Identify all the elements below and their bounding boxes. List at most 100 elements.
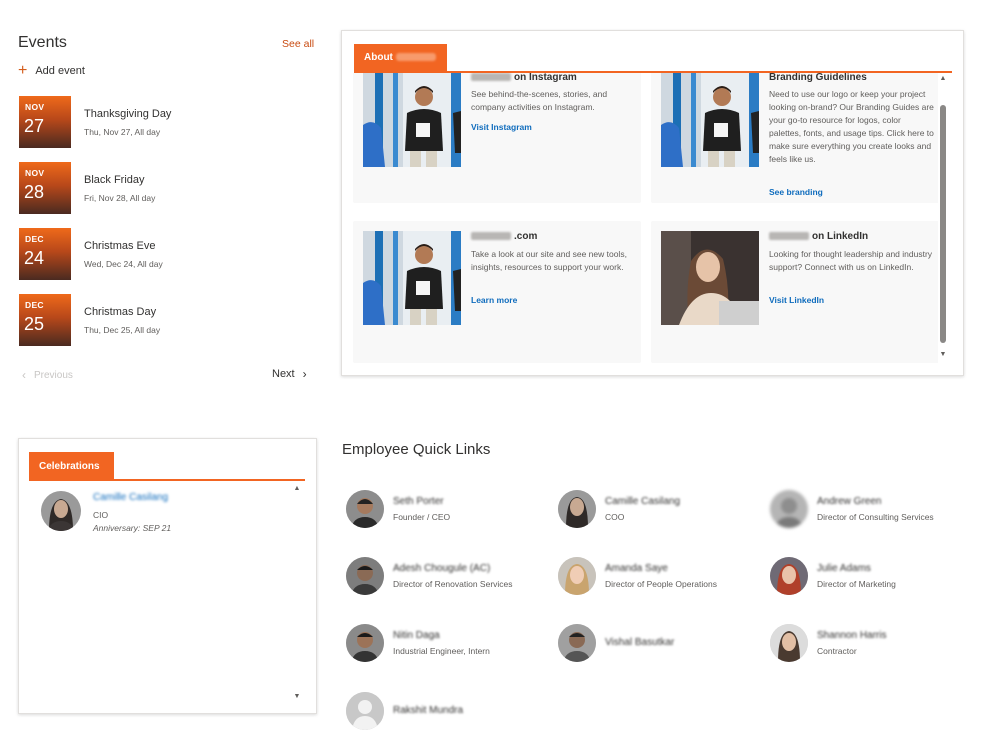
instagram-photo: [363, 73, 461, 167]
person-role: Industrial Engineer, Intern: [393, 646, 490, 656]
see-all-link[interactable]: See all: [282, 38, 314, 50]
linkedin-photo: [661, 231, 759, 325]
event-title: Thanksgiving Day: [84, 108, 172, 120]
avatar: [770, 557, 808, 595]
person-name: Nitin Daga: [393, 630, 440, 641]
celebrations-webpart: Celebrations Camille Casilang CIO Annive…: [18, 438, 317, 714]
about-card-title: on LinkedIn: [769, 231, 868, 242]
person-name: Camille Casilang: [605, 496, 681, 507]
person-card[interactable]: Vishal Basutkar: [554, 624, 754, 664]
event-subtitle: Wed, Dec 24, All day: [84, 259, 163, 269]
scroll-up-icon[interactable]: ▲: [938, 75, 948, 82]
avatar: [558, 624, 596, 662]
about-webpart: About on Instagram See behind-the-scenes…: [341, 30, 964, 376]
next-button[interactable]: Next ›: [272, 367, 307, 381]
add-event-button[interactable]: + Add event: [18, 63, 85, 79]
scroll-down-icon[interactable]: ▼: [938, 351, 948, 358]
event-month: NOV: [25, 102, 45, 112]
person-card[interactable]: Adesh Chougule (AC) Director of Renovati…: [342, 557, 542, 597]
person-name: Rakshit Mundra: [393, 705, 464, 716]
avatar: [41, 491, 81, 531]
about-card[interactable]: Branding Guidelines Need to use our logo…: [651, 73, 939, 203]
event-month: NOV: [25, 168, 45, 178]
next-label: Next: [272, 368, 295, 380]
scroll-down-icon[interactable]: ▼: [292, 693, 302, 700]
celebrations-tab: Celebrations: [29, 452, 114, 480]
person-role: Director of Consulting Services: [817, 512, 934, 522]
person-role: Director of People Operations: [605, 579, 717, 589]
about-card-description: See behind-the-scenes, stories, and comp…: [471, 89, 608, 112]
event-month: DEC: [25, 234, 44, 244]
redacted-company-name: [769, 232, 809, 241]
event-month: DEC: [25, 300, 44, 310]
person-role: Contractor: [817, 646, 857, 656]
previous-label: Previous: [34, 369, 73, 381]
avatar: [346, 490, 384, 528]
celebrations-scrollbar[interactable]: ▲ ▼: [292, 485, 302, 703]
person-card[interactable]: Andrew Green Director of Consulting Serv…: [766, 490, 966, 530]
event-item[interactable]: NOV 27 Thanksgiving Day Thu, Nov 27, All…: [19, 96, 309, 148]
event-date-tile: NOV 27: [19, 96, 71, 148]
event-subtitle: Fri, Nov 28, All day: [84, 193, 156, 203]
event-subtitle: Thu, Nov 27, All day: [84, 127, 161, 137]
celebrations-tab-underline: [29, 479, 305, 481]
events-title: Events: [18, 34, 67, 51]
about-cards-scroll-area[interactable]: on Instagram See behind-the-scenes, stor…: [352, 73, 942, 373]
event-date-tile: DEC 24: [19, 228, 71, 280]
avatar: [770, 490, 808, 528]
person-card[interactable]: Nitin Daga Industrial Engineer, Intern: [342, 624, 542, 664]
person-card[interactable]: Camille Casilang COO: [554, 490, 754, 530]
visit-linkedin-link[interactable]: Visit LinkedIn: [769, 295, 824, 305]
person-card[interactable]: Amanda Saye Director of People Operation…: [554, 557, 754, 597]
person-role: Director of Renovation Services: [393, 579, 513, 589]
event-date-tile: DEC 25: [19, 294, 71, 346]
event-item[interactable]: DEC 25 Christmas Day Thu, Dec 25, All da…: [19, 294, 309, 346]
redacted-company-name: [395, 53, 436, 62]
person-name: Seth Porter: [393, 496, 444, 507]
person-name: Adesh Chougule (AC): [393, 563, 491, 574]
person-name: Andrew Green: [817, 496, 882, 507]
avatar: [558, 490, 596, 528]
avatar: [346, 624, 384, 662]
add-event-label: Add event: [35, 65, 85, 77]
celebration-person-name[interactable]: Camille Casilang: [93, 492, 168, 503]
event-title: Christmas Day: [84, 306, 157, 318]
event-day: 25: [24, 314, 45, 334]
person-name: Shannon Harris: [817, 630, 887, 641]
celebration-person-role: CIO: [93, 510, 109, 520]
event-subtitle: Thu, Dec 25, All day: [84, 325, 161, 335]
event-title: Black Friday: [84, 174, 145, 186]
person-card[interactable]: Julie Adams Director of Marketing: [766, 557, 966, 597]
event-item[interactable]: DEC 24 Christmas Eve Wed, Dec 24, All da…: [19, 228, 309, 280]
person-role: Director of Marketing: [817, 579, 896, 589]
previous-button[interactable]: ‹ Previous: [22, 368, 73, 382]
person-card[interactable]: Rakshit Mundra: [342, 692, 542, 732]
about-card-title: Branding Guidelines: [769, 73, 867, 83]
event-day: 24: [24, 248, 45, 268]
about-card[interactable]: .com Take a look at our site and see new…: [353, 221, 641, 363]
about-card-description: Need to use our logo or keep your projec…: [769, 89, 934, 164]
quick-links-title: Employee Quick Links: [342, 441, 491, 458]
chevron-right-icon: ›: [302, 367, 307, 381]
avatar: [770, 624, 808, 662]
scrollbar-thumb[interactable]: [940, 105, 946, 343]
about-card[interactable]: on LinkedIn Looking for thought leadersh…: [651, 221, 939, 363]
event-day: 28: [24, 182, 45, 202]
learn-more-link[interactable]: Learn more: [471, 295, 517, 305]
person-card[interactable]: Seth Porter Founder / CEO: [342, 490, 542, 530]
about-scrollbar[interactable]: ▲ ▼: [938, 73, 948, 363]
about-card-description: Looking for thought leadership and indus…: [769, 249, 933, 272]
about-card-title: .com: [471, 231, 537, 242]
event-item[interactable]: NOV 28 Black Friday Fri, Nov 28, All day: [19, 162, 309, 214]
event-title: Christmas Eve: [84, 240, 156, 252]
person-card[interactable]: Shannon Harris Contractor: [766, 624, 966, 664]
person-name: Vishal Basutkar: [605, 637, 675, 648]
celebration-anniversary: Anniversary: SEP 21: [93, 523, 172, 533]
avatar: [346, 557, 384, 595]
visit-instagram-link[interactable]: Visit Instagram: [471, 122, 532, 132]
about-card-title: on Instagram: [471, 73, 577, 83]
scroll-up-icon[interactable]: ▲: [292, 485, 302, 492]
about-card[interactable]: on Instagram See behind-the-scenes, stor…: [353, 73, 641, 203]
person-name: Amanda Saye: [605, 563, 668, 574]
see-branding-link[interactable]: See branding: [769, 187, 823, 197]
